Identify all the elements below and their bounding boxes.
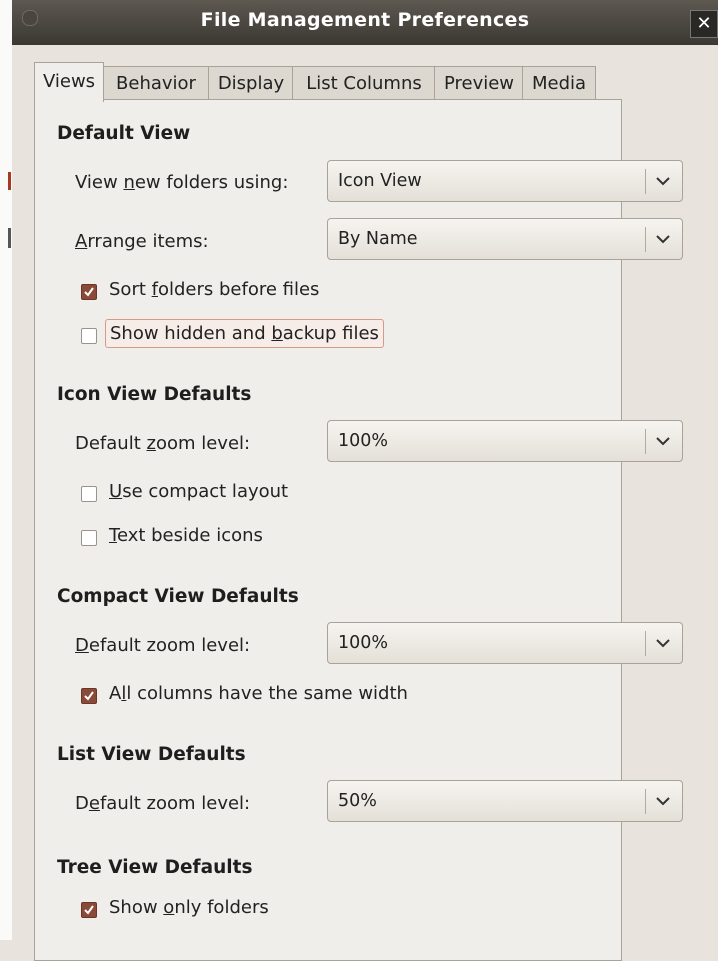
chevron-down-icon	[656, 797, 670, 806]
close-button[interactable]: ✕	[690, 10, 718, 38]
arrange-items-value: By Name	[338, 229, 418, 249]
compact-zoom-value: 100%	[338, 633, 389, 653]
icon-view-defaults-heading: Icon View Defaults	[57, 384, 252, 405]
list-view-defaults-heading: List View Defaults	[57, 744, 246, 765]
icon-zoom-combo[interactable]: 100%	[327, 420, 683, 462]
same-width-label: All columns have the same width	[109, 683, 408, 704]
text-beside-icons-label: Text beside icons	[109, 525, 263, 546]
tree-view-defaults-heading: Tree View Defaults	[57, 857, 253, 878]
view-new-folders-value: Icon View	[338, 171, 422, 191]
view-new-folders-label: View new folders using:	[75, 172, 289, 193]
text-beside-icons-checkbox[interactable]	[81, 530, 97, 546]
title-bar[interactable]: File Management Preferences ✕	[12, 0, 718, 45]
tab-preview[interactable]: Preview	[434, 66, 524, 100]
arrange-items-combo[interactable]: By Name	[327, 218, 683, 260]
chevron-down-icon	[656, 437, 670, 446]
checkmark-icon	[84, 691, 94, 701]
chevron-down-icon	[656, 639, 670, 648]
window-title: File Management Preferences	[200, 9, 530, 31]
checkmark-icon	[84, 905, 94, 915]
preferences-dialog: File Management Preferences ✕ Views Beha…	[12, 0, 718, 961]
compact-zoom-label: Default zoom level:	[75, 635, 251, 656]
chevron-down-icon	[656, 177, 670, 186]
list-zoom-value: 50%	[338, 791, 377, 811]
compact-layout-checkbox[interactable]	[81, 486, 97, 502]
show-hidden-label: Show hidden and backup files	[105, 319, 384, 348]
sort-folders-label: Sort folders before files	[109, 279, 320, 300]
tab-behavior[interactable]: Behavior	[102, 66, 210, 100]
tab-display[interactable]: Display	[208, 66, 294, 100]
default-view-heading: Default View	[57, 123, 191, 144]
icon-zoom-label: Default zoom level:	[75, 433, 251, 454]
show-hidden-checkbox[interactable]	[81, 328, 97, 344]
background-window-marker	[8, 172, 11, 190]
compact-zoom-combo[interactable]: 100%	[327, 622, 683, 664]
tab-views[interactable]: Views	[34, 62, 104, 102]
close-icon: ✕	[696, 13, 712, 34]
chevron-down-icon	[656, 235, 670, 244]
tab-media[interactable]: Media	[522, 66, 596, 100]
checkmark-icon	[84, 287, 94, 297]
sort-folders-checkbox[interactable]	[81, 284, 97, 300]
icon-zoom-value: 100%	[338, 431, 389, 451]
list-zoom-combo[interactable]: 50%	[327, 780, 683, 822]
view-new-folders-combo[interactable]: Icon View	[327, 160, 683, 202]
compact-layout-label: Use compact layout	[109, 481, 289, 502]
background-window-marker	[8, 228, 11, 248]
same-width-checkbox[interactable]	[81, 688, 97, 704]
only-folders-label: Show only folders	[109, 897, 269, 918]
list-zoom-label: Default zoom level:	[75, 793, 251, 814]
only-folders-checkbox[interactable]	[81, 902, 97, 918]
arrange-items-label: Arrange items:	[75, 231, 209, 252]
views-tab-panel: Default View View new folders using: Ico…	[34, 99, 683, 961]
compact-view-defaults-heading: Compact View Defaults	[57, 586, 299, 607]
tab-list-columns[interactable]: List Columns	[292, 66, 436, 100]
